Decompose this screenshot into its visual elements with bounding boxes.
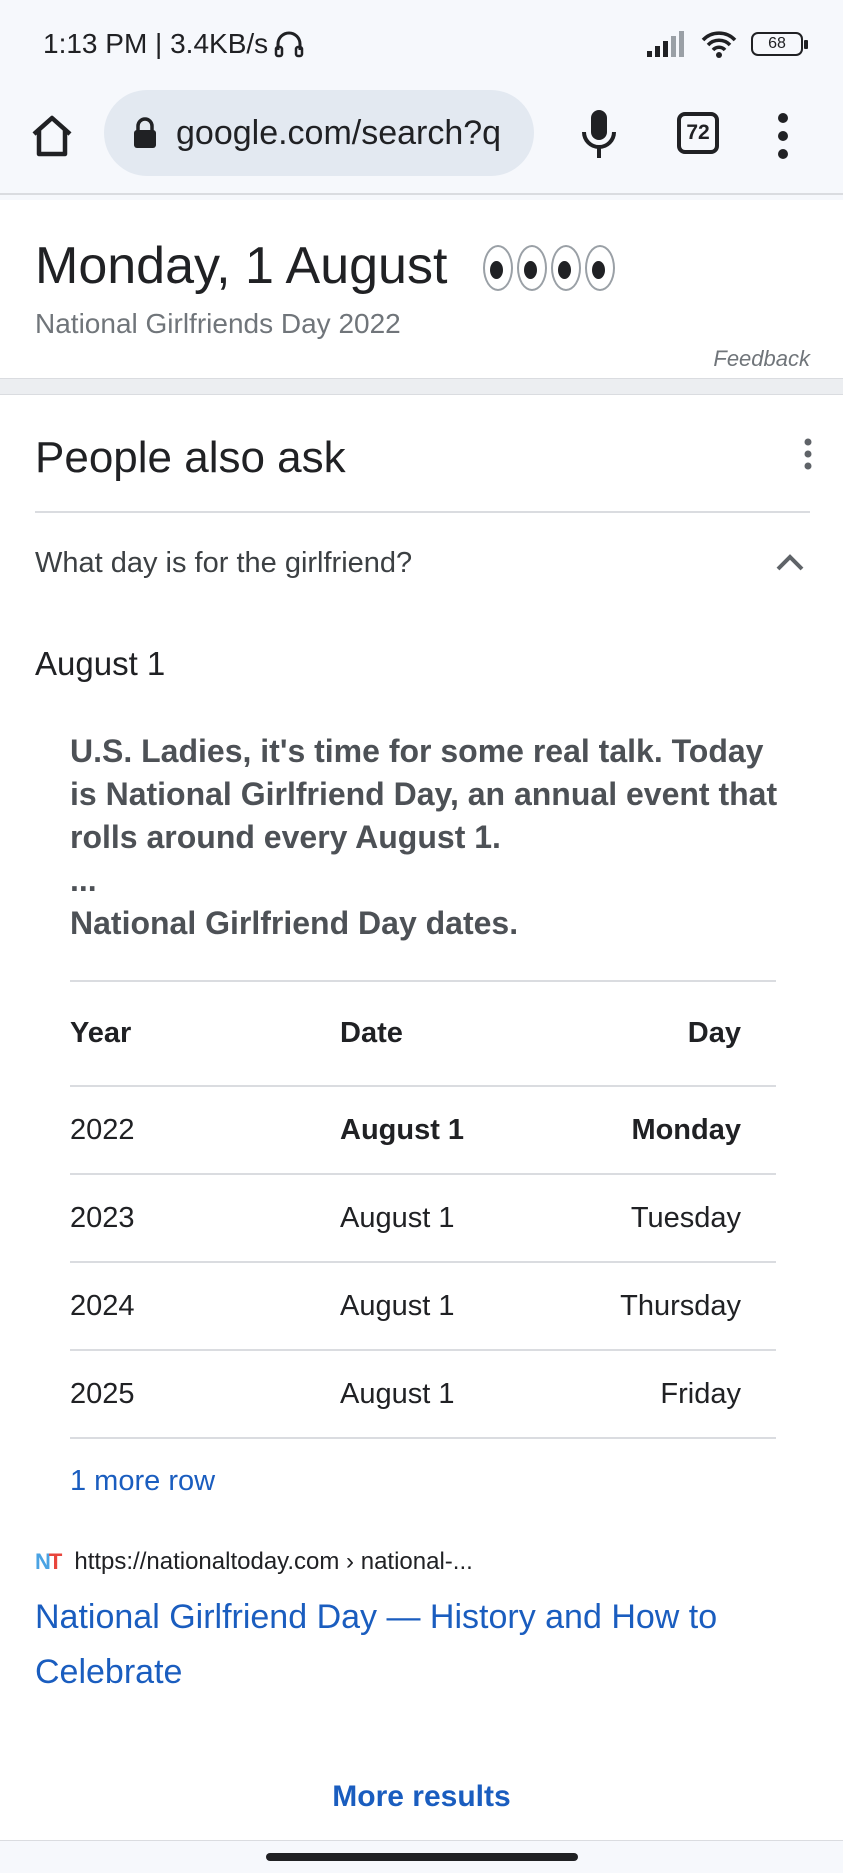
table-header-row: Year Date Day [70,981,776,1086]
snippet-line: ... [70,862,97,898]
status-right: 68 [647,30,808,58]
eyes-emoji [483,245,615,291]
lock-icon[interactable] [132,117,158,149]
paa-title: People also ask [35,433,346,482]
source-citation[interactable]: NT https://nationaltoday.com › national-… [35,1548,473,1576]
eye-icon [551,245,581,291]
people-also-ask-card: People also ask What day is for the girl… [0,395,843,1840]
table-cell: Monday [631,1113,741,1146]
divider [35,511,810,513]
snippet-line: U.S. Ladies, it's time for some real tal… [70,733,778,855]
table-cell: Tuesday [630,1201,741,1234]
more-results-button[interactable]: More results [0,1780,843,1814]
chevron-up-icon[interactable] [775,552,805,572]
feedback-link[interactable]: Feedback [713,346,810,372]
column-header: Date [340,1017,403,1049]
more-vert-icon[interactable] [803,437,813,471]
tab-count[interactable]: 72 [686,121,709,145]
url-text[interactable]: google.com/search?q [176,114,501,153]
table-row: 2025 August 1 Friday [70,1350,776,1438]
status-time: 1:13 PM | 3.4KB/s [43,28,269,59]
microphone-icon[interactable] [578,108,620,162]
home-indicator[interactable] [266,1853,578,1861]
table-cell: August 1 [340,1201,455,1234]
table-cell: August 1 [340,1113,465,1146]
table-row: 2022 August 1 Monday [70,1086,776,1174]
more-vert-icon[interactable] [775,110,791,162]
section-divider [0,378,843,395]
answer-snippet: U.S. Ladies, it's time for some real tal… [70,730,790,945]
status-bar: 1:13 PM | 3.4KB/s 68 [0,0,843,90]
table-cell: Thursday [620,1289,741,1322]
status-left: 1:13 PM | 3.4KB/s [43,28,304,60]
result-title-link[interactable]: National Girlfriend Day — History and Ho… [35,1590,795,1700]
table-cell: 2025 [70,1377,135,1410]
nationaltoday-favicon-icon: NT [35,1549,62,1574]
url-bar[interactable]: google.com/search?q [104,90,534,176]
tab-switcher-button[interactable]: 72 [677,112,719,154]
column-header: Day [687,1017,741,1049]
table-cell: 2023 [70,1201,135,1234]
table-cell: 2022 [70,1113,135,1146]
table-cell: August 1 [340,1377,455,1410]
eye-icon [483,245,513,291]
date-answer-card: Monday, 1 August National Girlfriends Da… [0,200,843,378]
battery-icon: 68 [751,32,808,56]
more-row-link[interactable]: 1 more row [70,1465,215,1498]
dates-table: Year Date Day 2022 August 1 Monday 2023 … [70,980,776,1439]
date-title: Monday, 1 August [35,237,448,295]
table-cell: Friday [660,1377,741,1410]
browser-toolbar: google.com/search?q 72 [0,90,843,195]
table-cell: 2024 [70,1289,135,1322]
column-header: Year [70,1017,132,1049]
headphones-icon [274,31,304,58]
eye-icon [517,245,547,291]
table-cell: August 1 [340,1289,455,1322]
wifi-icon [701,31,737,58]
source-url[interactable]: https://nationaltoday.com › national-... [74,1548,472,1576]
paa-question[interactable]: What day is for the girlfriend? [35,547,412,580]
answer-heading: August 1 [35,645,166,682]
eye-icon [585,245,615,291]
date-subtitle: National Girlfriends Day 2022 [35,308,401,339]
snippet-line: National Girlfriend Day dates. [70,905,519,941]
home-icon[interactable] [28,112,76,160]
table-row: 2023 August 1 Tuesday [70,1174,776,1262]
battery-level: 68 [768,35,786,52]
signal-icon [647,31,684,57]
table-row: 2024 August 1 Thursday [70,1262,776,1350]
